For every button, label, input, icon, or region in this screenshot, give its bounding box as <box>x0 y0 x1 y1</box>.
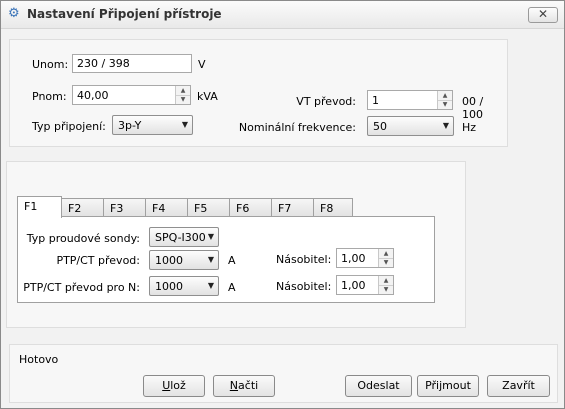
spin-down-icon[interactable]: ▼ <box>176 95 190 104</box>
close-dialog-label: Zavřít <box>502 379 535 392</box>
nasobitel2-value: 1,00 <box>341 279 366 292</box>
pnom-label: Pnom: <box>32 90 67 103</box>
freq-value: 50 <box>373 120 387 133</box>
tab-f8[interactable]: F8 <box>313 198 353 217</box>
spin-arrows: ▲ ▼ <box>378 276 393 294</box>
nasobitel1-spinbox[interactable]: 1,00 ▲ ▼ <box>336 248 394 268</box>
tab-label: F5 <box>194 202 208 215</box>
save-label: lož <box>170 379 186 392</box>
tab-f7[interactable]: F7 <box>271 198 314 217</box>
receive-label: Přijmout <box>425 379 471 392</box>
close-button[interactable]: ✕ <box>528 7 558 23</box>
chevron-down-icon: ▼ <box>207 232 214 241</box>
chevron-down-icon: ▼ <box>442 121 449 130</box>
nasobitel1-value: 1,00 <box>341 252 366 265</box>
connection-panel: Unom: 230 / 398 V Pnom: 40,00 ▲ ▼ kVA Ty… <box>9 39 508 147</box>
tab-label: F8 <box>320 202 334 215</box>
sonda-label: Typ proudové sondy: <box>26 232 140 245</box>
chevron-down-icon: ▼ <box>181 120 188 129</box>
nasobitel2-label: Násobitel: <box>276 280 332 293</box>
spin-down-icon[interactable]: ▼ <box>438 100 452 109</box>
title-bar: ⚙ Nastavení Připojení přístroje ✕ <box>1 1 564 29</box>
spin-down-icon[interactable]: ▼ <box>379 285 393 294</box>
tab-label: F7 <box>278 202 292 215</box>
ptp-unit: A <box>228 254 236 267</box>
chevron-down-icon: ▼ <box>207 281 214 290</box>
freq-unit: Hz <box>462 121 477 134</box>
tab-label: F1 <box>24 200 38 213</box>
tab-label: F6 <box>236 202 250 215</box>
tab-f6[interactable]: F6 <box>229 198 272 217</box>
chevron-down-icon: ▼ <box>207 255 214 264</box>
send-button[interactable]: Odeslat <box>345 375 412 397</box>
close-dialog-button[interactable]: Zavřít <box>487 375 550 397</box>
tab-f4[interactable]: F4 <box>145 198 188 217</box>
tab-label: F2 <box>68 202 82 215</box>
tab-f3[interactable]: F3 <box>103 198 146 217</box>
vt-label: VT převod: <box>296 95 356 108</box>
typ-label: Typ připojení: <box>32 120 106 133</box>
ptp-value: 1000 <box>155 254 183 267</box>
tab-page-f1: Typ proudové sondy: SPQ-I300 ▼ PTP/CT př… <box>17 216 435 303</box>
sonda-value: SPQ-I300 <box>155 231 206 244</box>
freq-label: Nominální frekvence: <box>238 121 356 134</box>
tab-f2[interactable]: F2 <box>61 198 104 217</box>
vt-value: 1 <box>372 94 379 107</box>
ptp-label: PTP/CT převod: <box>56 254 140 267</box>
ptpn-value: 1000 <box>155 280 183 293</box>
settings-window: ⚙ Nastavení Připojení přístroje ✕ Unom: … <box>0 0 565 409</box>
pnom-value: 40,00 <box>77 89 109 102</box>
sonda-select[interactable]: SPQ-I300 ▼ <box>149 227 219 247</box>
close-icon: ✕ <box>537 7 549 21</box>
nasobitel2-spinbox[interactable]: 1,00 ▲ ▼ <box>336 275 394 295</box>
load-mnemonic: N <box>229 379 239 392</box>
spin-arrows: ▲ ▼ <box>175 86 190 104</box>
pnom-spinbox[interactable]: 40,00 ▲ ▼ <box>72 85 191 105</box>
typ-select[interactable]: 3p-Y ▼ <box>112 115 193 135</box>
unom-input[interactable]: 230 / 398 <box>72 54 192 73</box>
tab-label: F3 <box>110 202 124 215</box>
tab-f5[interactable]: F5 <box>187 198 230 217</box>
vt-suffix: 00 / 100 <box>462 95 484 121</box>
spin-arrows: ▲ ▼ <box>437 91 452 109</box>
ptp-select[interactable]: 1000 ▼ <box>149 250 219 270</box>
receive-button[interactable]: Přijmout <box>417 375 479 397</box>
tab-f1[interactable]: F1 <box>17 196 62 218</box>
unom-value: 230 / 398 <box>77 57 130 70</box>
window-title: Nastavení Připojení přístroje <box>27 7 222 21</box>
vt-spinbox[interactable]: 1 ▲ ▼ <box>367 90 453 110</box>
gears-icon: ⚙ <box>8 6 20 21</box>
typ-value: 3p-Y <box>118 119 142 132</box>
status-text: Hotovo <box>19 353 59 366</box>
spin-arrows: ▲ ▼ <box>378 249 393 267</box>
send-label: Odeslat <box>357 379 400 392</box>
unom-unit: V <box>198 58 206 71</box>
save-button[interactable]: Ulož <box>143 375 205 397</box>
ptpn-select[interactable]: 1000 ▼ <box>149 276 219 296</box>
load-button[interactable]: Načti <box>213 375 275 397</box>
ptpn-unit: A <box>228 281 236 294</box>
ptpn-label: PTP/CT převod pro N: <box>23 281 140 294</box>
pnom-unit: kVA <box>197 90 218 103</box>
tab-label: F4 <box>152 202 166 215</box>
freq-select[interactable]: 50 ▼ <box>367 116 454 136</box>
unom-label: Unom: <box>32 58 69 71</box>
nasobitel1-label: Násobitel: <box>276 253 332 266</box>
spin-down-icon[interactable]: ▼ <box>379 258 393 267</box>
load-label: ačti <box>238 379 259 392</box>
